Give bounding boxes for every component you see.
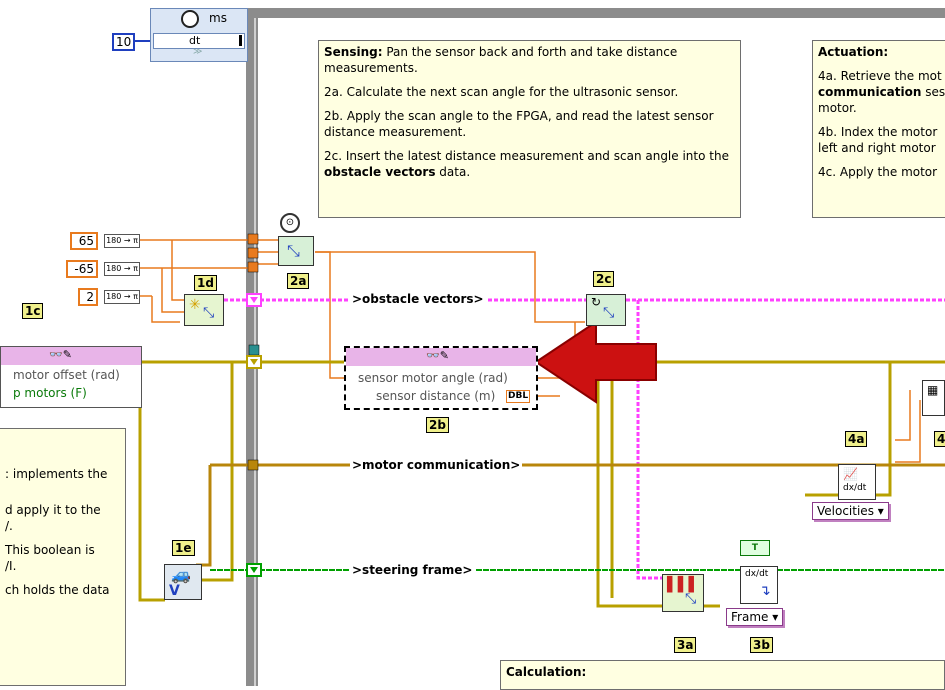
sensing-2c-bold: obstacle vectors xyxy=(324,165,436,179)
wire-label-obstacle-vectors: >obstacle vectors> xyxy=(350,292,486,306)
label-1c: 1c xyxy=(22,303,44,319)
frame-label: Frame xyxy=(731,610,769,624)
label-2b: 2b xyxy=(426,417,449,433)
deg-to-rad-node-2[interactable]: 180 → π xyxy=(104,262,140,276)
sensing-2c-end: data. xyxy=(435,165,471,179)
sensing-title: Sensing: xyxy=(324,45,383,59)
constant-neg65[interactable]: -65 xyxy=(66,260,98,278)
true-constant-icon[interactable]: T xyxy=(740,540,770,556)
expand-chevron-icon[interactable]: ≫ xyxy=(193,47,202,57)
actuation-4a: 4a. Retrieve the mot xyxy=(818,69,942,83)
left-note-line4: This boolean is xyxy=(5,543,95,557)
left-note: : implements the d apply it to the /. Th… xyxy=(0,428,126,686)
subvi-4a-retrieve-velocities[interactable]: 📈 dx/dt xyxy=(838,464,876,500)
sensing-step-2a: 2a. Calculate the next scan angle for th… xyxy=(324,85,679,99)
sensing-2c-text: 2c. Insert the latest distance measureme… xyxy=(324,149,729,163)
motors-boolean-row[interactable]: p motors (F) xyxy=(13,385,87,401)
vector-arrows-icon: ⤡ xyxy=(685,591,697,607)
subvi-3a-calculate-steering[interactable]: ▌▌▌ ⤡ xyxy=(662,574,704,612)
vector-arrows-icon: ⤡ xyxy=(287,241,300,260)
actuation-4c: 4c. Apply the motor xyxy=(818,165,938,179)
actuation-title: Actuation: xyxy=(818,45,889,59)
label-3a: 3a xyxy=(674,637,697,653)
sensing-step-2b: 2b. Apply the scan angle to the FPGA, an… xyxy=(324,109,714,139)
dt-label: dt xyxy=(189,34,201,47)
velocities-ring-dropdown[interactable]: Velocities ▾ xyxy=(812,502,889,520)
label-2c: 2c xyxy=(593,271,615,287)
star-icon: ✳ xyxy=(189,297,201,313)
label-4a: 4a xyxy=(845,431,868,447)
calculation-title: Calculation: xyxy=(506,665,587,679)
deg-to-rad-node-1[interactable]: 180 → π xyxy=(104,234,140,248)
node-header: 👓✎ xyxy=(346,348,536,366)
velocities-label: Velocities xyxy=(817,504,874,518)
label-1e: 1e xyxy=(172,540,195,556)
timer-unit-label: ms xyxy=(209,11,227,25)
robot-car-icon: 🚙 xyxy=(171,565,191,584)
left-note-line3: /. xyxy=(5,519,13,533)
subvi-2c-insert-obstacle[interactable]: ↻ ⤡ xyxy=(586,294,626,326)
wait-timer-node[interactable]: ms dt ≫ xyxy=(150,8,248,62)
derivative-icon: dx/dt xyxy=(843,483,867,493)
sensing-note: Sensing: Pan the sensor back and forth a… xyxy=(318,40,741,218)
motor-offset-row[interactable]: motor offset (rad) xyxy=(13,367,120,383)
wire-label-steering-frame: >steering frame> xyxy=(350,563,475,577)
left-note-line1: : implements the xyxy=(5,467,108,481)
left-property-node[interactable]: 👓✎ motor offset (rad) p motors (F) xyxy=(0,346,142,408)
wire-label-motor-communication: >motor communication> xyxy=(350,458,523,472)
deg-to-rad-node-3[interactable]: 180 → π xyxy=(104,290,140,304)
sensor-distance-row[interactable]: sensor distance (m) xyxy=(376,388,495,404)
arrow-icon: ↴ xyxy=(759,583,771,599)
dt-constant[interactable]: 10 xyxy=(112,33,136,51)
clock-icon xyxy=(181,10,199,28)
constant-65[interactable]: 65 xyxy=(70,232,98,250)
subvi-4b-index-motor[interactable]: ▦ xyxy=(922,380,945,416)
actuation-4a-post: ses xyxy=(921,85,945,99)
glasses-pencil-icon: 👓✎ xyxy=(49,348,72,361)
frame-ring-dropdown[interactable]: Frame ▾ xyxy=(726,608,784,626)
actuation-4a-line3: motor. xyxy=(818,101,857,115)
fpga-io-node[interactable]: 👓✎ sensor motor angle (rad) sensor dista… xyxy=(344,346,538,410)
subvi-1e-steering-init[interactable]: 🚙 V xyxy=(164,564,202,600)
vector-arrows-icon: ⤡ xyxy=(203,305,215,321)
dropdown-arrow-icon: ▾ xyxy=(877,504,884,518)
left-note-line2: d apply it to the xyxy=(5,503,101,517)
label-2a: 2a xyxy=(287,273,310,289)
dbl-type-tag: DBL xyxy=(506,390,531,403)
vector-arrows-icon: ⤡ xyxy=(603,305,615,321)
sensor-motor-angle-row[interactable]: sensor motor angle (rad) xyxy=(358,370,508,386)
graph-icon: 📈 xyxy=(843,467,858,481)
label-1d: 1d xyxy=(194,275,217,291)
terminal-bar xyxy=(239,35,242,46)
clock-input-icon: ⊙ xyxy=(280,213,300,233)
left-note-line6: ch holds the data xyxy=(5,583,110,597)
dropdown-arrow-icon: ▾ xyxy=(772,610,779,624)
actuation-note: Actuation: 4a. Retrieve the mot communica… xyxy=(812,40,945,218)
constant-2[interactable]: 2 xyxy=(78,288,98,306)
subvi-3b-apply-frame[interactable]: dx/dt ↴ xyxy=(740,566,778,604)
array-icon: ▦ xyxy=(927,383,939,397)
loop-icon: ↻ xyxy=(591,295,602,309)
loop-top-border xyxy=(252,8,945,18)
glasses-pencil-icon: 👓✎ xyxy=(426,349,449,362)
subvi-2a-scan-angle[interactable]: ⤡ xyxy=(278,236,314,266)
down-arrow-icon: V xyxy=(169,583,180,599)
derivative-icon: dx/dt xyxy=(745,569,769,579)
label-3b: 3b xyxy=(750,637,773,653)
actuation-4b-line2: left and right motor xyxy=(818,141,936,155)
left-note-line5: /I. xyxy=(5,559,17,573)
node-header: 👓✎ xyxy=(1,347,141,365)
actuation-4b: 4b. Index the motor xyxy=(818,125,938,139)
actuation-4a-bold: communication xyxy=(818,85,922,99)
subvi-1d-init-obstacles[interactable]: ✳ ⤡ xyxy=(184,294,224,326)
label-4b: 4 xyxy=(934,431,945,447)
